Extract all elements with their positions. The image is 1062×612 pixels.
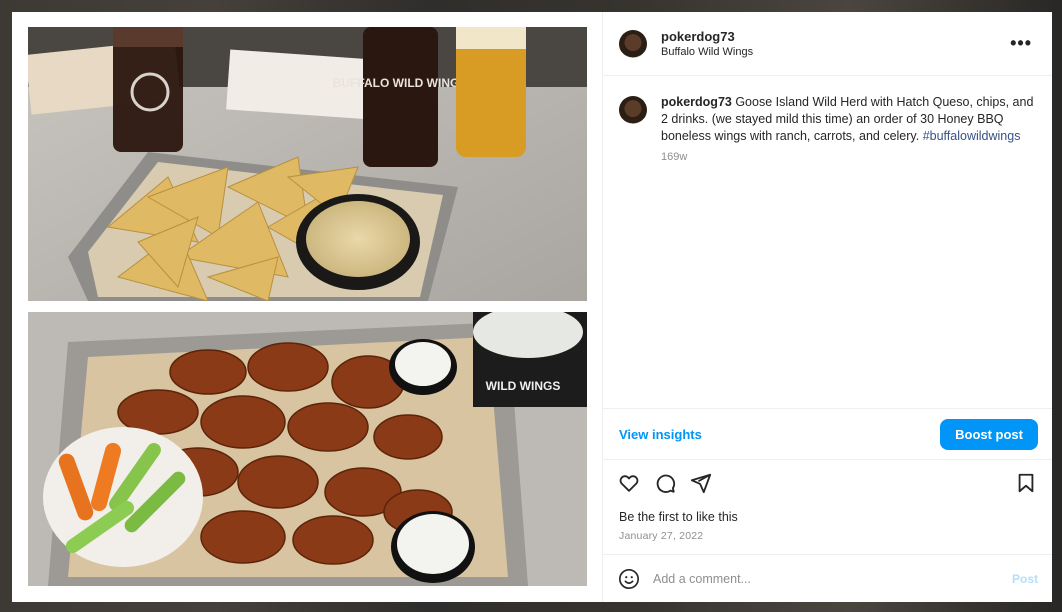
header-username[interactable]: pokerdog73 bbox=[661, 29, 1006, 44]
cup-brand-text-2: WILD WINGS bbox=[486, 379, 561, 393]
cup-brand-text: BUFFALO WILD WINGS bbox=[333, 76, 468, 90]
photo-chips-queso: BUFFALO WILD WINGS bbox=[28, 27, 587, 301]
boost-post-button[interactable]: Boost post bbox=[940, 418, 1038, 450]
post-modal: BUFFALO WILD WINGS WILD WINGS pokerdog73… bbox=[12, 12, 1052, 602]
caption-username[interactable]: pokerdog73 bbox=[661, 95, 732, 109]
caption: pokerdog73 Goose Island Wild Herd with H… bbox=[619, 94, 1036, 163]
bookmark-icon[interactable] bbox=[1014, 471, 1038, 495]
comments-section: pokerdog73 Goose Island Wild Herd with H… bbox=[603, 76, 1052, 408]
likes-text[interactable]: Be the first to like this bbox=[603, 506, 1052, 524]
emoji-icon[interactable] bbox=[617, 567, 641, 591]
caption-content: pokerdog73 Goose Island Wild Herd with H… bbox=[647, 94, 1036, 163]
view-insights-link[interactable]: View insights bbox=[619, 427, 702, 442]
more-options-icon[interactable]: ••• bbox=[1006, 33, 1036, 54]
insights-bar: View insights Boost post bbox=[603, 408, 1052, 460]
photo-wings-ranch: WILD WINGS bbox=[28, 312, 587, 586]
action-bar bbox=[603, 460, 1052, 506]
header-text: pokerdog73 Buffalo Wild Wings bbox=[661, 29, 1006, 58]
add-comment-bar: Post bbox=[603, 554, 1052, 602]
caption-text-block: pokerdog73 Goose Island Wild Herd with H… bbox=[661, 94, 1036, 145]
share-icon[interactable] bbox=[689, 471, 713, 495]
heart-icon[interactable] bbox=[617, 471, 641, 495]
caption-hashtag[interactable]: #buffalowildwings bbox=[923, 129, 1021, 143]
caption-avatar[interactable] bbox=[619, 96, 647, 124]
post-details-panel: pokerdog73 Buffalo Wild Wings ••• pokerd… bbox=[602, 12, 1052, 602]
post-header: pokerdog73 Buffalo Wild Wings ••• bbox=[603, 12, 1052, 76]
post-comment-button[interactable]: Post bbox=[1012, 572, 1038, 586]
comment-icon[interactable] bbox=[653, 471, 677, 495]
header-location[interactable]: Buffalo Wild Wings bbox=[661, 46, 1006, 58]
post-date: January 27, 2022 bbox=[619, 530, 704, 542]
comment-input[interactable] bbox=[653, 571, 1012, 586]
avatar[interactable] bbox=[619, 29, 647, 58]
caption-age: 169w bbox=[661, 151, 688, 163]
post-media[interactable]: BUFFALO WILD WINGS WILD WINGS bbox=[12, 12, 602, 602]
